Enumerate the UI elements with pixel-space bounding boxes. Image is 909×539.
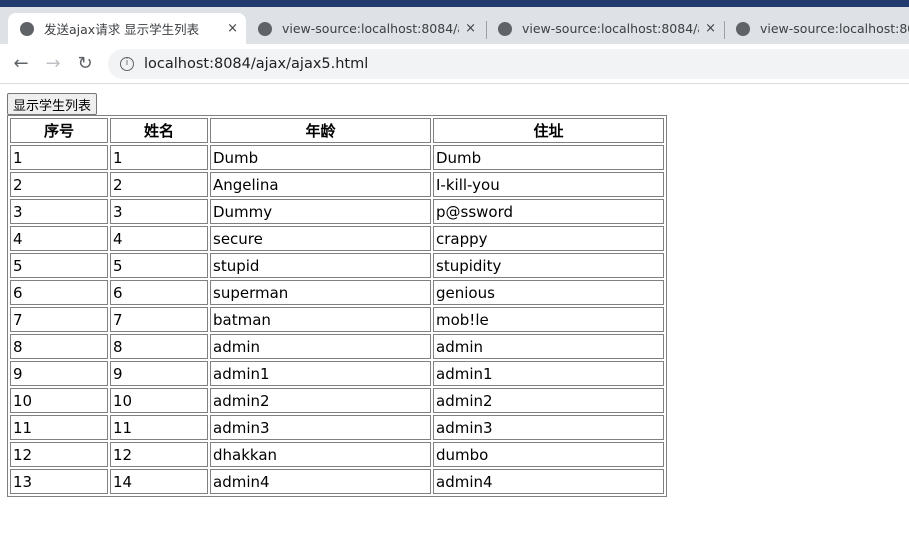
table-cell: admin3 (433, 415, 664, 440)
table-cell: dhakkan (210, 442, 431, 467)
tab[interactable]: view-source:localhost:8084/ajax × (246, 13, 484, 44)
os-title-bar (0, 0, 909, 7)
table-cell: Angelina (210, 172, 431, 197)
close-tab-icon[interactable]: × (705, 21, 716, 36)
table-cell: 4 (110, 226, 208, 251)
table-cell: 6 (10, 280, 108, 305)
table-cell: 1 (110, 145, 208, 170)
globe-icon (20, 21, 34, 36)
table-cell: 8 (110, 334, 208, 359)
tab-title: view-source:localhost:8084/ajax (522, 21, 699, 36)
table-cell: mob!le (433, 307, 664, 332)
table-cell: batman (210, 307, 431, 332)
table-cell: 12 (10, 442, 108, 467)
table-cell: admin1 (210, 361, 431, 386)
table-row: 6 6 superman genious (10, 280, 664, 305)
table-row: 9 9 admin1 admin1 (10, 361, 664, 386)
table-cell: 7 (110, 307, 208, 332)
info-icon[interactable]: i (120, 56, 134, 71)
table-cell: admin2 (433, 388, 664, 413)
close-tab-icon[interactable]: × (227, 21, 238, 36)
table-cell: p@ssword (433, 199, 664, 224)
table-header-row: 序号 姓名 年龄 住址 (10, 118, 664, 143)
table-cell: 4 (10, 226, 108, 251)
browser-toolbar: ← → ↻ i localhost:8084/ajax/ajax5.html (0, 44, 909, 84)
table-cell: 2 (110, 172, 208, 197)
table-cell: 9 (110, 361, 208, 386)
table-row: 4 4 secure crappy (10, 226, 664, 251)
table-cell: I-kill-you (433, 172, 664, 197)
table-cell: 3 (110, 199, 208, 224)
table-row: 11 11 admin3 admin3 (10, 415, 664, 440)
globe-icon (736, 21, 750, 36)
tab[interactable]: view-source:localhost:8084/ajax (724, 13, 909, 44)
table-cell: admin4 (433, 469, 664, 494)
column-header: 序号 (10, 118, 108, 143)
table-cell: admin2 (210, 388, 431, 413)
student-table: 序号 姓名 年龄 住址 1 1 Dumb Dumb 2 2 Angelina I-kill-you 3… (7, 115, 667, 497)
table-row: 2 2 Angelina I-kill-you (10, 172, 664, 197)
table-cell: Dummy (210, 199, 431, 224)
tab[interactable]: view-source:localhost:8084/ajax × (486, 13, 724, 44)
column-header: 姓名 (110, 118, 208, 143)
tab-title: 发送ajax请求 显示学生列表 (44, 22, 200, 37)
table-cell: 5 (10, 253, 108, 278)
table-row: 3 3 Dummy p@ssword (10, 199, 664, 224)
table-cell: admin3 (210, 415, 431, 440)
table-cell: 11 (110, 415, 208, 440)
table-row: 13 14 admin4 admin4 (10, 469, 664, 494)
close-tab-icon[interactable]: × (465, 21, 476, 36)
table-cell: 10 (10, 388, 108, 413)
globe-icon (498, 21, 512, 36)
table-row: 10 10 admin2 admin2 (10, 388, 664, 413)
table-row: 7 7 batman mob!le (10, 307, 664, 332)
table-cell: 3 (10, 199, 108, 224)
table-cell: genious (433, 280, 664, 305)
table-cell: admin (210, 334, 431, 359)
column-header: 年龄 (210, 118, 431, 143)
show-student-list-button[interactable]: 显示学生列表 (7, 93, 98, 115)
table-cell: 12 (110, 442, 208, 467)
table-cell: 6 (110, 280, 208, 305)
table-cell: 11 (10, 415, 108, 440)
table-cell: 1 (10, 145, 108, 170)
table-cell: admin1 (433, 361, 664, 386)
tab-active[interactable]: 发送ajax请求 显示学生列表 × (8, 13, 246, 44)
table-cell: 14 (110, 469, 208, 494)
url-text: localhost:8084/ajax/ajax5.html (144, 55, 369, 72)
table-cell: stupid (210, 253, 431, 278)
table-cell: crappy (433, 226, 664, 251)
column-header: 住址 (433, 118, 664, 143)
globe-icon (258, 21, 272, 36)
table-row: 12 12 dhakkan dumbo (10, 442, 664, 467)
table-cell: admin (433, 334, 664, 359)
reload-icon[interactable]: ↻ (74, 53, 96, 74)
table-cell: Dumb (210, 145, 431, 170)
table-cell: stupidity (433, 253, 664, 278)
forward-icon[interactable]: → (42, 53, 64, 74)
address-bar[interactable]: i localhost:8084/ajax/ajax5.html (108, 48, 909, 79)
table-cell: 10 (110, 388, 208, 413)
table-row: 8 8 admin admin (10, 334, 664, 359)
tab-title: view-source:localhost:8084/ajax (760, 21, 909, 36)
table-cell: dumbo (433, 442, 664, 467)
table-cell: 13 (10, 469, 108, 494)
table-cell: secure (210, 226, 431, 251)
table-cell: 7 (10, 307, 108, 332)
table-cell: admin4 (210, 469, 431, 494)
table-cell: 8 (10, 334, 108, 359)
table-row: 5 5 stupid stupidity (10, 253, 664, 278)
back-icon[interactable]: ← (10, 53, 32, 74)
table-cell: superman (210, 280, 431, 305)
table-cell: 9 (10, 361, 108, 386)
tab-title: view-source:localhost:8084/ajax (282, 21, 459, 36)
table-row: 1 1 Dumb Dumb (10, 145, 664, 170)
table-cell: 5 (110, 253, 208, 278)
table-cell: 2 (10, 172, 108, 197)
table-cell: Dumb (433, 145, 664, 170)
tab-strip: 发送ajax请求 显示学生列表 × view-source:localhost:… (0, 7, 909, 44)
